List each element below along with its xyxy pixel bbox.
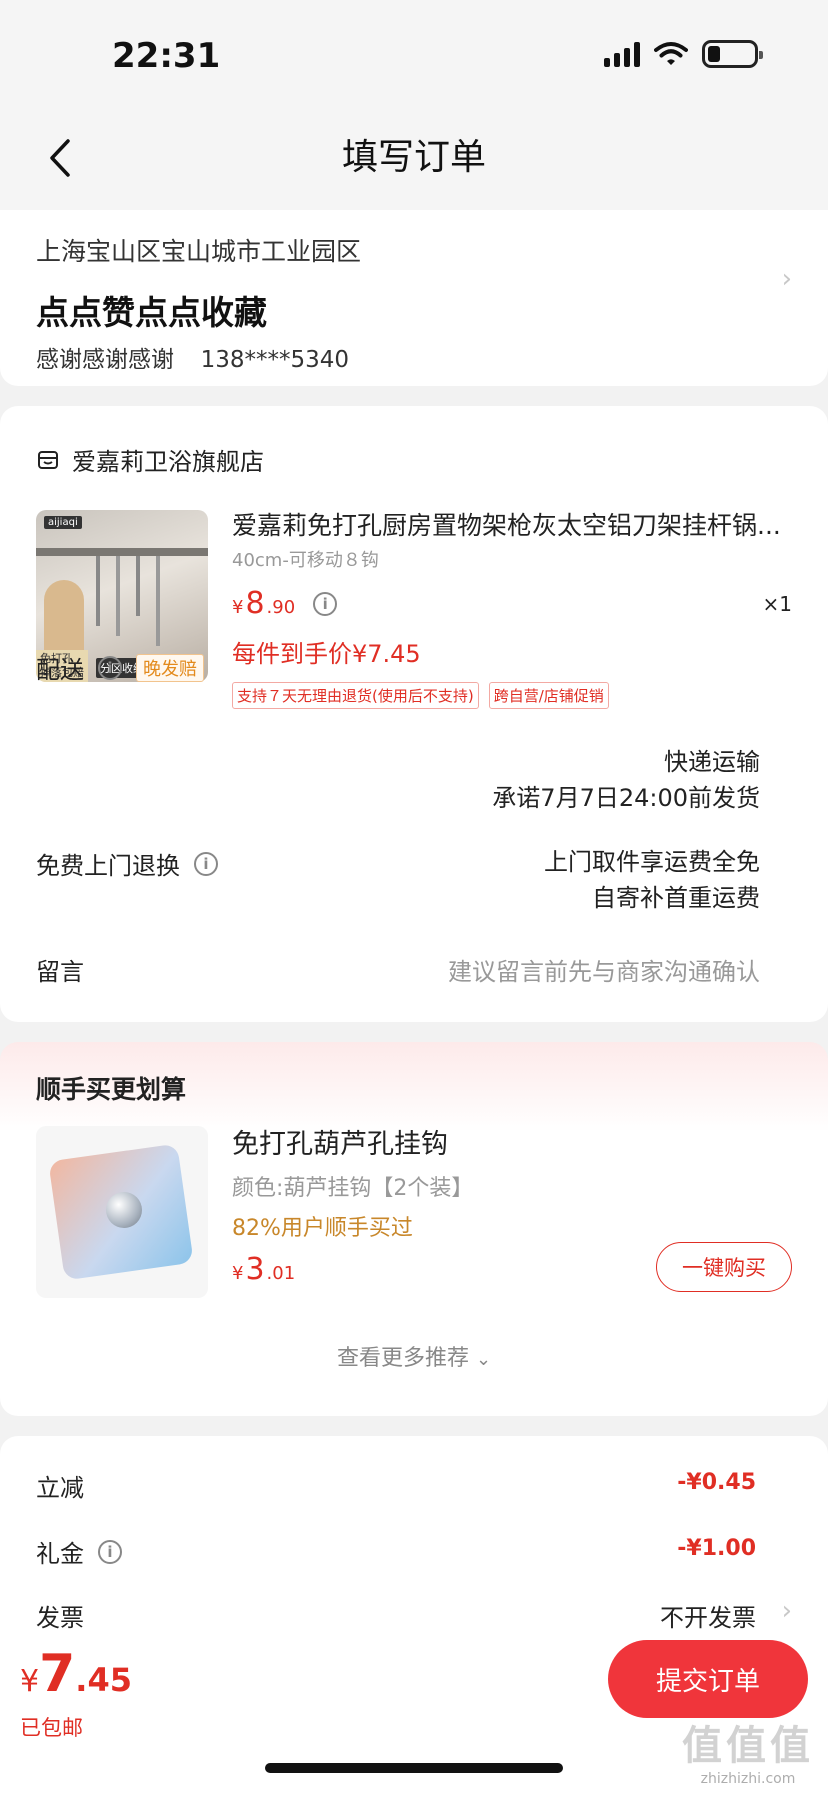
watermark-logo: 值值值 [682, 1723, 814, 1769]
invoice-label: 发票 [36, 1604, 84, 1632]
price-currency: ¥ [232, 597, 244, 618]
one-click-buy-button[interactable]: 一键购买 [656, 1242, 792, 1292]
recipient-name: 感谢感谢感谢 [36, 347, 174, 373]
coupon-info-icon[interactable]: i [98, 1539, 122, 1564]
product-price: ¥ 8 .90 i [232, 586, 338, 621]
total-int: 7 [39, 1644, 76, 1704]
message-label-text: 留言 [36, 958, 84, 986]
recommend-name[interactable]: 免打孔葫芦孔挂钩 [232, 1122, 448, 1161]
watermark: 值值值 zhizhizhi.com [682, 1713, 814, 1787]
cutting-board [44, 580, 84, 660]
price-int: 8 [245, 586, 265, 621]
rail-bar [36, 548, 208, 556]
store-icon [38, 450, 58, 469]
recommend-spec[interactable]: 颜色:葫芦挂钩【2个装】 [232, 1170, 473, 1202]
recommend-title: 顺手买更划算 [36, 1075, 187, 1104]
chevron-down-icon: ⌄ [475, 1349, 492, 1370]
final-price: 每件到手价¥7.45 [232, 640, 421, 668]
return-line2: 自寄补首重运费 [592, 884, 760, 912]
recommend-popularity: 82%用户顺手买过 [232, 1216, 413, 1241]
total-dec: .45 [75, 1661, 132, 1699]
more-recommend-link[interactable]: 查看更多推荐 ⌄ [0, 1340, 828, 1372]
watermark-url: zhizhizhi.com [700, 1771, 796, 1787]
coupon-label: 礼金 [36, 1540, 84, 1568]
return-label-row: 免费上门退换 i [36, 846, 218, 881]
status-icons [604, 40, 763, 68]
discount-label: 立减 [36, 1474, 84, 1502]
status-bar: 22:31 [0, 0, 828, 110]
coupon-row: 礼金 i [36, 1534, 122, 1569]
shipping-status: 已包邮 [20, 1716, 83, 1740]
wifi-icon [654, 42, 688, 65]
return-label: 免费上门退换 [36, 852, 180, 880]
submit-order-button[interactable]: 提交订单 [608, 1640, 808, 1718]
recommend-image[interactable] [36, 1126, 208, 1298]
hook [136, 556, 140, 616]
store-header[interactable]: 爱嘉莉卫浴旗舰店 [36, 442, 264, 477]
address-street: 点点赞点点收藏 [36, 293, 267, 332]
total-price: ¥ 7 .45 [20, 1644, 132, 1704]
hook [116, 556, 120, 636]
hook [156, 556, 160, 646]
message-input[interactable]: 建议留言前先与商家沟通确认 [448, 952, 760, 987]
delivery-label-row: 配送 i 晚发赔 [36, 650, 204, 685]
late-badge: 晚发赔 [136, 653, 204, 682]
chevron-right-icon: › [781, 1596, 792, 1626]
price-info-icon[interactable]: i [313, 591, 338, 616]
product-quantity: ×1 [762, 592, 792, 616]
tag-promo: 跨自营/店铺促销 [488, 682, 609, 709]
address-card[interactable]: 上海宝山区宝山城市工业园区 点点赞点点收藏 感谢感谢感谢 138****5340… [0, 210, 828, 386]
recommend-price: ¥ 3 .01 [232, 1252, 295, 1287]
delivery-label: 配送 [36, 656, 84, 684]
invoice-row[interactable]: 发票 [36, 1598, 84, 1633]
rec-price-dec: .01 [266, 1263, 296, 1284]
tag-return: 支持７天无理由退货(使用后不支持) [232, 682, 479, 709]
product-tags: 支持７天无理由退货(使用后不支持) 跨自营/店铺促销 [232, 682, 609, 709]
recommend-card: 顺手买更划算 免打孔葫芦孔挂钩 颜色:葫芦挂钩【2个装】 82%用户顺手买过 ¥… [0, 1042, 828, 1416]
store-name: 爱嘉莉卫浴旗舰店 [72, 448, 264, 476]
product-brand-logo: aijiaqi [44, 516, 82, 529]
page-title: 填写订单 [341, 137, 486, 178]
nav-bar: 填写订单 [0, 110, 828, 210]
address-contact: 感谢感谢感谢 138****5340 [36, 340, 349, 374]
hook-knob [106, 1192, 142, 1228]
message-label: 留言 [36, 952, 84, 987]
home-indicator [265, 1763, 563, 1773]
return-info-icon[interactable]: i [194, 851, 218, 876]
address-region: 上海宝山区宝山城市工业园区 [36, 237, 362, 266]
status-time: 22:31 [112, 36, 221, 76]
invoice-value[interactable]: 不开发票 [660, 1598, 756, 1633]
bottom-bar: ¥ 7 .45 已包邮 提交订单 值值值 zhizhizhi.com [0, 1630, 828, 1795]
delivery-promise: 承诺7月7日24:00前发货 [492, 784, 760, 812]
total-currency: ¥ [20, 1664, 40, 1699]
delivery-detail[interactable]: 快递运输 承诺7月7日24:00前发货 [492, 744, 760, 816]
battery-icon [702, 40, 763, 68]
delivery-info-icon[interactable]: i [98, 655, 122, 680]
product-title[interactable]: 爱嘉莉免打孔厨房置物架枪灰太空铝刀架挂杆锅... [232, 506, 792, 542]
return-detail: 上门取件享运费全免 自寄补首重运费 [544, 844, 760, 916]
signal-icon [604, 41, 640, 67]
chevron-right-icon: › [781, 264, 792, 294]
delivery-method: 快递运输 [664, 748, 760, 776]
return-line1: 上门取件享运费全免 [544, 848, 760, 876]
more-recommend-label: 查看更多推荐 [336, 1346, 469, 1371]
product-spec[interactable]: 40cm-可移动８钩 [232, 546, 379, 572]
rec-price-int: 3 [245, 1252, 265, 1287]
rec-price-currency: ¥ [232, 1263, 244, 1284]
discount-value: -¥0.45 [677, 1470, 756, 1495]
order-card: 爱嘉莉卫浴旗舰店 aijiaqi 免打孔 掉落包赔 分区收纳 整洁有序 爱嘉莉免… [0, 406, 828, 1022]
hook [96, 556, 100, 626]
coupon-value: -¥1.00 [677, 1536, 756, 1561]
discount-row: 立减 [36, 1468, 84, 1503]
price-dec: .90 [266, 597, 296, 618]
recipient-phone: 138****5340 [200, 347, 350, 373]
